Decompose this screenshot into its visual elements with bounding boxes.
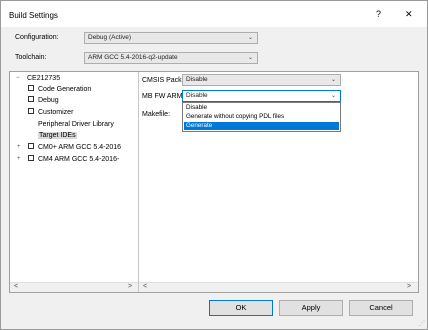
toolchain-value: ARM GCC 5.4-2016-q2-update (88, 54, 178, 61)
expand-icon[interactable]: + (17, 156, 21, 162)
dropdown-option-generate-without-copying[interactable]: Generate without copying PDL files (184, 113, 339, 121)
chevron-down-icon: ⌄ (330, 93, 336, 99)
scroll-right-icon[interactable]: > (407, 283, 411, 290)
cmsis-pack-value: Disable (186, 76, 208, 83)
cmsis-pack-select[interactable]: Disable ⌄ (182, 74, 341, 86)
mbed-fw-arm-label: MB FW ARM: (142, 93, 185, 100)
toolchain-select[interactable]: ARM GCC 5.4-2016-q2-update ⌄ (84, 52, 258, 64)
scroll-left-icon[interactable]: < (143, 283, 147, 290)
toolchain-label: Toolchain: (15, 54, 47, 61)
chevron-down-icon: ⌄ (330, 77, 336, 83)
tree-horizontal-scrollbar[interactable]: < > (10, 282, 138, 292)
ok-button[interactable]: OK (209, 300, 273, 316)
settings-tree: − CE212735 Code Generation Debug Customi… (10, 72, 138, 282)
cancel-button[interactable]: Cancel (349, 300, 413, 316)
tree-item-code-generation[interactable]: Code Generation (28, 85, 91, 93)
collapse-icon[interactable]: − (16, 75, 20, 81)
dialog-title: Build Settings (9, 11, 58, 20)
tree-item-cm4-arm-gcc[interactable]: CM4 ARM GCC 5.4-2016- (28, 155, 119, 163)
expand-icon[interactable]: + (17, 144, 21, 150)
scroll-right-icon[interactable]: > (128, 283, 132, 290)
properties-horizontal-scrollbar[interactable]: < > (139, 282, 418, 292)
mbed-fw-arm-value: Disable (186, 92, 208, 99)
tree-item-cm0-arm-gcc[interactable]: CM0+ ARM GCC 5.4-2016 (28, 143, 121, 151)
mbed-fw-arm-dropdown-list: Disable Generate without copying PDL fil… (182, 102, 341, 132)
resize-grip-icon[interactable]: ⋰ (419, 320, 425, 327)
scroll-left-icon[interactable]: < (14, 283, 18, 290)
checkbox-icon[interactable] (28, 96, 34, 103)
tree-item-debug[interactable]: Debug (28, 96, 59, 104)
help-button[interactable]: ? (376, 9, 381, 19)
configuration-value: Debug (Active) (88, 34, 131, 41)
dropdown-option-generate[interactable]: Generate (184, 122, 339, 130)
cmsis-pack-label: CMSIS Pack: (142, 77, 184, 84)
close-button[interactable]: ✕ (405, 9, 413, 20)
chevron-down-icon: ⌄ (247, 55, 253, 61)
panel-splitter[interactable] (138, 72, 139, 292)
title-bar: Build Settings ? ✕ (1, 1, 427, 27)
tree-root-project[interactable]: CE212735 (27, 75, 60, 82)
makefile-label: Makefile: (142, 111, 171, 118)
checkbox-icon[interactable] (28, 108, 34, 115)
checkbox-icon[interactable] (28, 85, 34, 92)
dropdown-option-disable[interactable]: Disable (184, 104, 339, 112)
mbed-fw-arm-select[interactable]: Disable ⌄ (182, 90, 341, 102)
configuration-select[interactable]: Debug (Active) ⌄ (84, 32, 258, 44)
tree-item-peripheral-driver-library[interactable]: Peripheral Driver Library (38, 121, 114, 128)
tree-item-target-ides[interactable]: Target IDEs (38, 132, 77, 139)
configuration-label: Configuration: (15, 34, 59, 41)
chevron-down-icon: ⌄ (247, 35, 253, 41)
checkbox-icon[interactable] (28, 143, 34, 150)
apply-button[interactable]: Apply (279, 300, 343, 316)
tree-item-customizer[interactable]: Customizer (28, 108, 73, 116)
build-settings-dialog: Build Settings ? ✕ Configuration: Debug … (0, 0, 428, 330)
checkbox-icon[interactable] (28, 155, 34, 162)
